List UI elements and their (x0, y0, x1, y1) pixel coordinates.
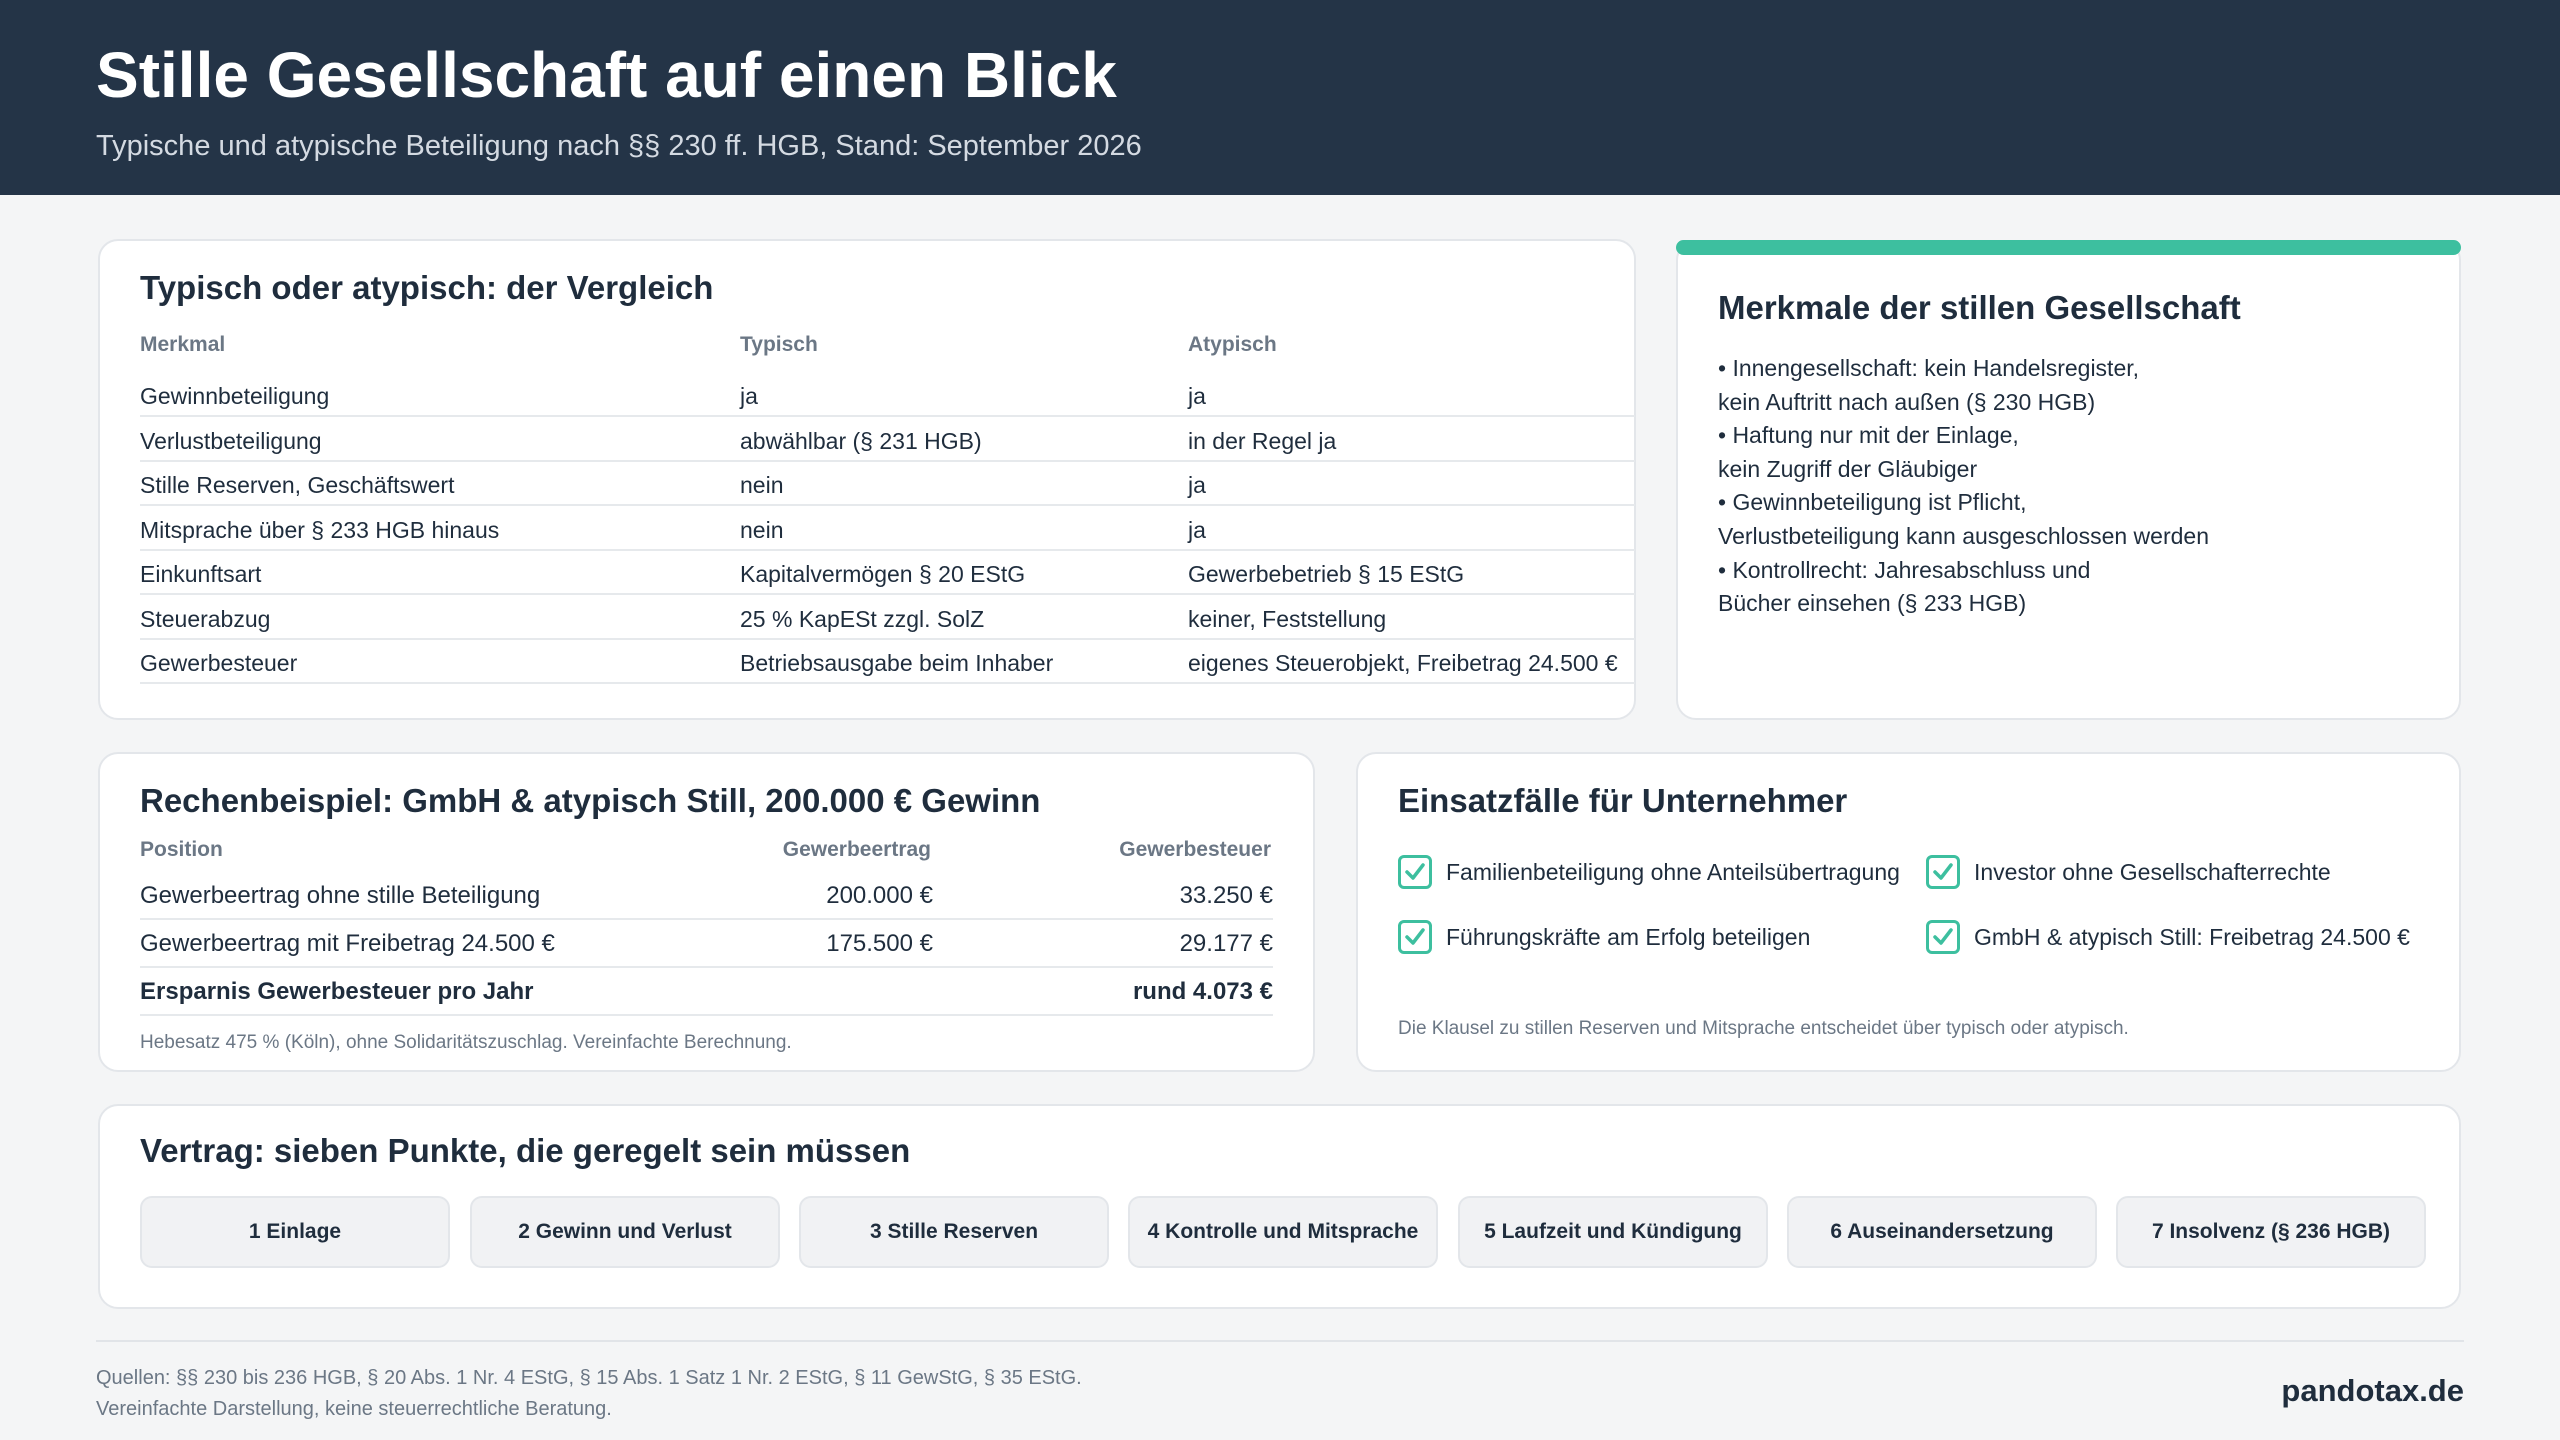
use-case-label: GmbH & atypisch Still: Freibetrag 24.500… (1974, 924, 2410, 950)
column-header-merkmal: Merkmal (140, 333, 226, 356)
atypisch-value: Gewerbebetrieb § 15 EStG (1188, 561, 1465, 587)
use-case-label: Führungskräfte am Erfolg beteiligen (1446, 924, 1811, 950)
table-row: Steuerabzug 25 % KapESt zzgl. SolZ keine… (140, 596, 1635, 640)
column-header-gewerbeertrag: Gewerbeertrag (782, 838, 931, 861)
use-cases-card: Einsatzfälle für Unternehmer Familienbet… (1356, 752, 2461, 1072)
row-label: Einkunftsart (140, 561, 262, 587)
header-banner: Stille Gesellschaft auf einen Blick Typi… (0, 0, 2560, 195)
contract-point-stille-reserven: 3 Stille Reserven (799, 1196, 1109, 1268)
feature-line: • Kontrollrecht: Jahresabschluss und (1718, 556, 2091, 583)
row-label: Verlustbeteiligung (140, 427, 322, 454)
gewerbeertrag-value: 200.000 € (826, 882, 933, 909)
gewerbesteuer-value: 29.177 € (1179, 930, 1273, 957)
check-icon (1926, 855, 1960, 889)
feature-line: • Innengesellschaft: kein Handelsregiste… (1718, 355, 2140, 381)
comparison-title: Typisch oder atypisch: der Vergleich (140, 269, 714, 306)
column-header-atypisch: Atypisch (1188, 333, 1277, 356)
column-header-gewerbesteuer: Gewerbesteuer (1119, 838, 1271, 861)
contract-point-gewinn-verlust: 2 Gewinn und Verlust (470, 1196, 780, 1268)
footer-divider (96, 1340, 2464, 1342)
table-row: Gewerbesteuer Betriebsausgabe beim Inhab… (140, 640, 1635, 684)
column-header-typisch: Typisch (740, 333, 818, 356)
typisch-value: nein (740, 472, 784, 498)
use-case-label: Familienbeteiligung ohne Anteilsübertrag… (1446, 859, 1900, 885)
table-row: Gewerbeertrag mit Freibetrag 24.500 € 17… (140, 920, 1273, 968)
footer-sources: Quellen: §§ 230 bis 236 HGB, § 20 Abs. 1… (96, 1367, 1082, 1389)
contract-point-insolvenz: 7 Insolvenz (§ 236 HGB) (2116, 1196, 2426, 1268)
table-row: Gewerbeertrag ohne stille Beteiligung 20… (140, 872, 1273, 920)
contract-card: Vertrag: sieben Punkte, die geregelt sei… (98, 1104, 2461, 1309)
table-row: Verlustbeteiligung abwählbar (§ 231 HGB)… (140, 418, 1635, 462)
features-card: Merkmale der stillen Gesellschaft • Inne… (1676, 240, 2461, 720)
atypisch-value: ja (1188, 472, 1206, 498)
example-card: Rechenbeispiel: GmbH & atypisch Still, 2… (98, 752, 1315, 1072)
check-icon (1926, 920, 1960, 954)
gewerbesteuer-value: 33.250 € (1179, 882, 1273, 909)
feature-line: Verlustbeteiligung kann ausgeschlossen w… (1718, 522, 2209, 549)
typisch-value: 25 % KapESt zzgl. SolZ (740, 605, 985, 632)
atypisch-value: ja (1188, 383, 1206, 409)
row-label: Stille Reserven, Geschäftswert (140, 472, 455, 498)
page-title: Stille Gesellschaft auf einen Blick (96, 39, 1117, 111)
comparison-card: Typisch oder atypisch: der Vergleich Mer… (98, 239, 1636, 720)
check-icon (1398, 920, 1432, 954)
savings-value: rund 4.073 € (1132, 978, 1273, 1005)
feature-line: Bücher einsehen (§ 233 HGB) (1718, 590, 2027, 617)
footer-disclaimer: Vereinfachte Darstellung, keine steuerre… (96, 1398, 612, 1420)
use-case-label: Investor ohne Gesellschafterrechte (1974, 859, 2331, 885)
feature-line: • Gewinnbeteiligung ist Pflicht, (1718, 489, 2027, 516)
atypisch-value: eigenes Steuerobjekt, Freibetrag 24.500 … (1188, 650, 1618, 676)
atypisch-value: in der Regel ja (1188, 427, 1337, 454)
page-subtitle: Typische und atypische Beteiligung nach … (96, 130, 1142, 162)
gewerbeertrag-value: 175.500 € (826, 930, 933, 957)
typisch-value: Kapitalvermögen § 20 EStG (740, 561, 1026, 587)
table-row: Mitsprache über § 233 HGB hinaus nein ja (140, 507, 1635, 551)
table-row: Gewinnbeteiligung ja ja (140, 373, 1635, 417)
row-label: Mitsprache über § 233 HGB hinaus (140, 516, 500, 543)
row-label: Gewerbeertrag mit Freibetrag 24.500 € (140, 930, 555, 957)
use-cases-note: Die Klausel zu stillen Reserven und Mits… (1398, 1018, 2129, 1039)
contract-point-einlage: 1 Einlage (140, 1196, 450, 1268)
row-label: Gewerbesteuer (140, 650, 298, 676)
use-cases-title: Einsatzfälle für Unternehmer (1398, 782, 1848, 819)
row-label: Steuerabzug (140, 605, 271, 632)
check-icon (1398, 855, 1432, 889)
feature-line: kein Auftritt nach außen (§ 230 HGB) (1718, 388, 2096, 415)
atypisch-value: ja (1188, 516, 1206, 543)
table-row: Stille Reserven, Geschäftswert nein ja (140, 462, 1635, 506)
typisch-value: abwählbar (§ 231 HGB) (740, 427, 982, 454)
atypisch-value: keiner, Feststellung (1188, 605, 1387, 632)
column-header-position: Position (140, 838, 223, 861)
row-label: Gewinnbeteiligung (140, 383, 330, 409)
typisch-value: nein (740, 516, 784, 543)
typisch-value: Betriebsausgabe beim Inhaber (740, 650, 1054, 676)
features-title: Merkmale der stillen Gesellschaft (1718, 289, 2241, 326)
example-title: Rechenbeispiel: GmbH & atypisch Still, 2… (140, 782, 1041, 819)
features-accent-bar (1676, 240, 2461, 255)
row-label: Gewerbeertrag ohne stille Beteiligung (140, 882, 541, 909)
contract-point-laufzeit: 5 Laufzeit und Kündigung (1458, 1196, 1768, 1268)
feature-line: • Haftung nur mit der Einlage, (1718, 422, 2019, 449)
example-note: Hebesatz 475 % (Köln), ohne Solidaritäts… (140, 1032, 792, 1053)
contract-point-auseinandersetzung: 6 Auseinandersetzung (1787, 1196, 2097, 1268)
brand-logo: pandotax.de (2281, 1373, 2464, 1408)
table-row: Einkunftsart Kapitalvermögen § 20 EStG G… (140, 551, 1635, 595)
contract-title: Vertrag: sieben Punkte, die geregelt sei… (140, 1132, 911, 1169)
total-row: Ersparnis Gewerbesteuer pro Jahr rund 4.… (140, 968, 1273, 1016)
typisch-value: ja (740, 383, 758, 409)
contract-point-kontrolle: 4 Kontrolle und Mitsprache (1128, 1196, 1438, 1268)
row-label: Ersparnis Gewerbesteuer pro Jahr (140, 978, 534, 1005)
features-list: • Innengesellschaft: kein Handelsregiste… (1718, 352, 2209, 621)
feature-line: kein Zugriff der Gläubiger (1718, 455, 1978, 482)
